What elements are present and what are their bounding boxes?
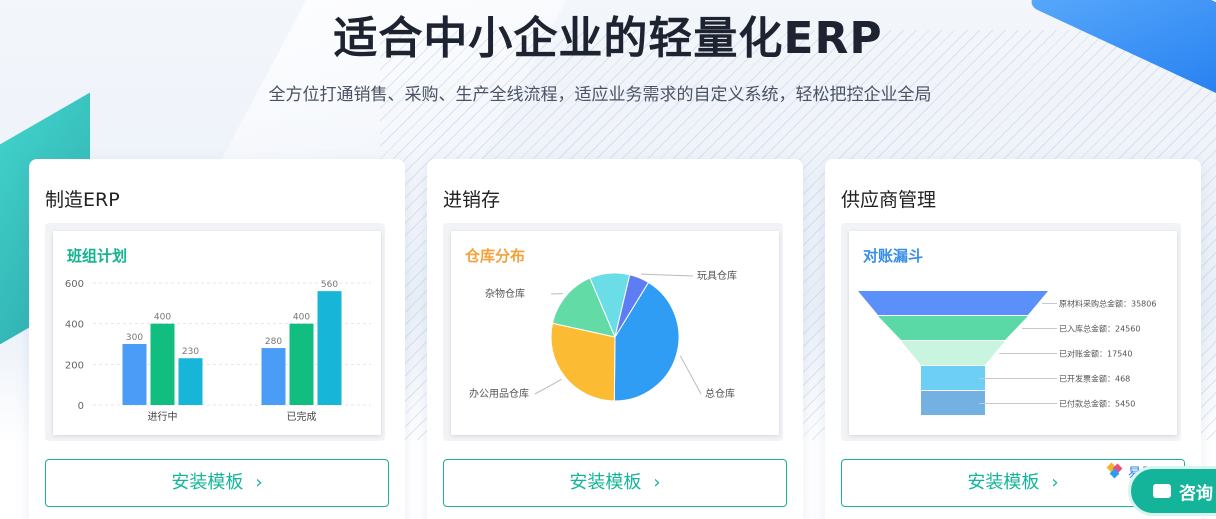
stage-label: 已付款总金额：5450 [1059, 399, 1135, 409]
funnel-stage [878, 316, 1028, 340]
slice-label: 办公用品仓库 [469, 387, 529, 400]
bar [289, 323, 314, 405]
stage-label: 原材料采购总金额：35806 [1059, 299, 1156, 309]
stage-label: 已开发票金额：468 [1059, 374, 1130, 384]
y-tick-label: 200 [65, 360, 84, 371]
chart-panel: 仓库分布 总仓库 办公用品仓库 杂物仓库 玩具仓库 [443, 223, 783, 441]
stage-label: 已对账金额：17540 [1059, 349, 1132, 359]
data-label: 300 [126, 333, 143, 343]
install-template-button[interactable]: 安装模板 › [443, 459, 787, 507]
bar-chart: 0 200 400 600 300 400 230 进行中 280 400 560 已完成 [65, 279, 371, 423]
chat-icon [1153, 484, 1171, 498]
consult-button[interactable]: 咨询 [1128, 466, 1216, 516]
bar [178, 358, 203, 405]
stage-label: 已入库总金额：24560 [1059, 324, 1140, 334]
funnel-stage [901, 341, 1005, 365]
data-label: 560 [321, 280, 338, 290]
bar [150, 323, 175, 405]
funnel-chart: 原材料采购总金额：35806 已入库总金额：24560 已对账金额：17540 已开发… [858, 291, 1156, 415]
chart-frame: 班组计划 0 200 400 600 300 400 230 进行中 280 400 560 已完成 [53, 231, 381, 435]
chart-panel: 对账漏斗 原材料采购总金额：35806 已入库总金额：24560 已对账金额：175… [841, 223, 1181, 441]
leader-line [679, 355, 702, 395]
slice-label: 杂物仓库 [485, 287, 525, 300]
install-template-label: 安装模板 [967, 472, 1040, 493]
card-title: 制造ERP [45, 189, 120, 211]
card-manufacturing-erp: 制造ERP 班组计划 0 200 400 600 300 400 230 进行中 280 400 5… [29, 159, 405, 519]
funnel-stage [921, 391, 985, 415]
funnel-stage [858, 291, 1048, 315]
chevron-right-icon: › [653, 472, 661, 493]
leader-line [534, 378, 563, 395]
chart-panel: 班组计划 0 200 400 600 300 400 230 进行中 280 400 560 已完成 [45, 223, 385, 441]
install-template-button[interactable]: 安装模板 › [45, 459, 389, 507]
x-tick-label: 已完成 [287, 410, 317, 423]
install-template-label: 安装模板 [569, 472, 642, 493]
data-label: 400 [293, 313, 310, 323]
chevron-right-icon: › [255, 472, 263, 493]
page-title: 适合中小企业的轻量化ERP [333, 13, 883, 64]
data-label: 230 [182, 347, 199, 357]
chevron-right-icon: › [1051, 472, 1059, 493]
card-title: 供应商管理 [841, 189, 937, 211]
brand-logo-icon [1106, 462, 1123, 479]
slice-label: 玩具仓库 [697, 269, 737, 282]
data-label: 280 [265, 337, 282, 347]
page-subtitle: 全方位打通销售、采购、生产全线流程，适应业务需求的自定义系统，轻松把控企业全局 [268, 85, 932, 105]
x-tick-label: 进行中 [148, 410, 178, 423]
chart-frame: 对账漏斗 原材料采购总金额：35806 已入库总金额：24560 已对账金额：175… [849, 231, 1177, 435]
y-tick-label: 600 [65, 279, 84, 290]
chart-frame: 仓库分布 总仓库 办公用品仓库 杂物仓库 玩具仓库 [451, 231, 779, 435]
bar [122, 344, 147, 405]
funnel-stage [921, 366, 985, 390]
card-title: 进销存 [443, 189, 501, 211]
data-label: 400 [154, 313, 171, 323]
y-tick-label: 400 [65, 320, 84, 331]
card-inventory: 进销存 仓库分布 总仓库 办公用品仓库 杂物仓库 玩具仓库 安装模板 › [427, 159, 803, 519]
y-tick-label: 0 [78, 401, 84, 412]
pie-chart: 总仓库 办公用品仓库 杂物仓库 玩具仓库 [469, 269, 737, 402]
bar [261, 348, 286, 405]
consult-label: 咨询 [1179, 483, 1213, 504]
leader-line [640, 273, 694, 277]
slice-label: 总仓库 [705, 387, 735, 400]
install-template-label: 安装模板 [171, 472, 244, 493]
bar [317, 291, 342, 405]
